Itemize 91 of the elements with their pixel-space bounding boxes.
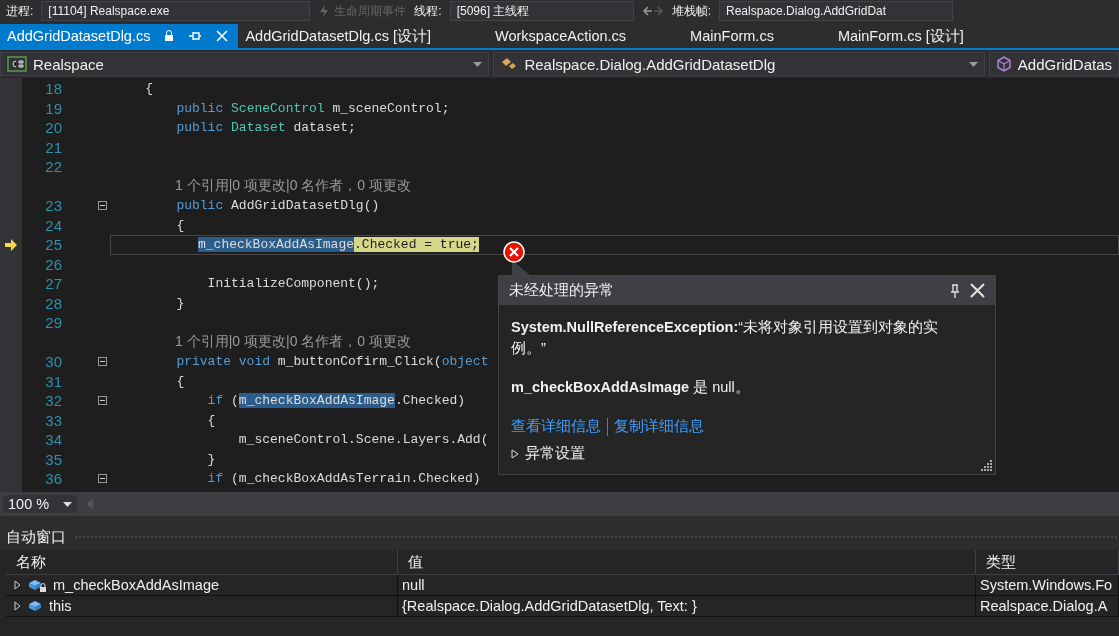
code-line: {	[144, 81, 153, 97]
exception-message: System.NullReferenceException:“未将对象引用设置到对象的实例。”	[511, 318, 940, 358]
line-number: 36	[44, 470, 62, 488]
lightning-icon	[318, 5, 331, 17]
collapse-icon[interactable]	[97, 201, 107, 211]
pin-icon[interactable]	[950, 283, 960, 298]
code-line: public Dataset dataset;	[175, 120, 356, 136]
exception-settings-expander[interactable]: 异常设置	[511, 444, 983, 463]
details-link[interactable]: 复制详细信息	[614, 417, 704, 436]
panel-title: 自动窗口	[6, 527, 66, 547]
csharp-icon	[7, 56, 27, 72]
line-number: 19	[44, 99, 62, 117]
code-line: InitializeComponent();	[206, 276, 380, 292]
value-cell: null	[398, 575, 976, 596]
line-number: 26	[44, 255, 62, 273]
line-number: 32	[44, 392, 62, 410]
collapsed-triangle-icon	[511, 448, 519, 459]
line-number: 27	[44, 275, 62, 293]
code-lens[interactable]: 1 个引用|0 项更改|0 名作者，0 项更改	[112, 333, 411, 352]
variable-name: m_checkBoxAddAsImage	[53, 577, 220, 593]
code-line: m_sceneControl.Scene.Layers.Add(	[237, 432, 489, 448]
type-cell: Realspace.Dialog.A	[976, 596, 1119, 617]
expand-button[interactable]	[14, 601, 21, 611]
locked-field-icon	[27, 577, 47, 593]
expand-button[interactable]	[14, 580, 21, 590]
toolbar-dropdown[interactable]: Realspace.Dialog.AddGridDat	[719, 1, 954, 21]
line-number: 29	[44, 314, 62, 332]
zoom-dropdown[interactable]: 100 %	[2, 494, 78, 514]
code-lens[interactable]: 1 个引用|0 项更改|0 名作者，0 项更改	[112, 177, 411, 196]
code-line: m_checkBoxAddAsImage.Checked = true;	[197, 237, 479, 253]
line-number: 22	[44, 158, 62, 176]
toolbar-dropdown[interactable]: [5096] 主线程	[449, 1, 634, 21]
navigation-dropdown[interactable]: Realspace	[0, 52, 490, 76]
code-line: if (m_checkBoxAddAsTerrain.Checked)	[206, 471, 481, 487]
toolbar-label: 堆栈帧:	[671, 2, 712, 20]
toolbar-dropdown[interactable]: [11104] Realspace.exe	[41, 1, 311, 21]
navigation-dropdown[interactable]: Realspace.Dialog.AddGridDatasetDlg	[493, 52, 985, 76]
collapse-icon[interactable]	[97, 474, 107, 484]
close-icon[interactable]	[970, 283, 985, 298]
line-number: 31	[44, 372, 62, 390]
toolbar-label: 进程:	[6, 2, 34, 20]
editor-tab[interactable]: WorkspaceAction.cs	[488, 24, 684, 48]
collapse-icon[interactable]	[97, 396, 107, 406]
column-header[interactable]: 类型	[976, 550, 1119, 575]
line-number: 18	[44, 80, 62, 98]
line-number: 25	[44, 236, 62, 254]
exception-detail: m_checkBoxAddAsImage 是 null。	[511, 378, 751, 397]
code-editor[interactable]	[0, 78, 1119, 492]
error-icon	[503, 241, 525, 263]
line-number: 30	[44, 353, 62, 371]
collapsed-triangle-icon	[14, 580, 21, 590]
variable-name: this	[49, 598, 72, 614]
dropdown-caret-icon[interactable]	[473, 61, 483, 67]
cube-icon	[995, 56, 1012, 72]
column-header[interactable]: 名称	[6, 550, 398, 575]
code-line: private void m_buttonCofirm_Click(object	[175, 354, 489, 370]
details-link[interactable]: 查看详细信息	[511, 417, 601, 436]
code-line: if (m_checkBoxAddAsImage.Checked)	[206, 393, 466, 409]
collapse-icon[interactable]	[97, 357, 107, 367]
type-cell: System.Windows.Fo	[976, 575, 1119, 596]
code-line: {	[175, 373, 185, 389]
code-line: }	[175, 295, 185, 311]
popup-title: 未经处理的异常	[509, 281, 615, 300]
code-line: public SceneControl m_sceneControl;	[175, 100, 450, 116]
line-number: 28	[44, 294, 62, 312]
toolbar-label: 线程:	[414, 2, 442, 20]
class-icon	[500, 56, 519, 72]
line-number: 24	[44, 216, 62, 234]
line-number: 35	[44, 450, 62, 468]
code-line: {	[175, 217, 185, 233]
dropdown-caret-icon[interactable]	[968, 61, 978, 67]
line-number: 21	[44, 138, 62, 156]
code-line: }	[206, 451, 216, 467]
editor-tab[interactable]: MainForm.cs [设计]	[830, 24, 1021, 48]
editor-tab[interactable]: MainForm.cs	[683, 24, 831, 48]
collapsed-triangle-icon	[14, 601, 21, 611]
line-number: 20	[44, 119, 62, 137]
line-number: 23	[44, 197, 62, 215]
dropdown-caret-icon	[63, 501, 73, 507]
line-number: 34	[44, 431, 62, 449]
lock-icon	[164, 30, 175, 42]
editor-tab[interactable]: AddGridDatasetDlg.cs [设计]	[238, 24, 488, 48]
value-cell: {Realspace.Dialog.AddGridDatasetDlg, Text: }	[398, 596, 976, 617]
column-header[interactable]: 值	[398, 550, 976, 575]
code-line: {	[206, 412, 216, 428]
back-arrow-icon[interactable]	[641, 5, 664, 17]
code-line: public AddGridDatasetDlg()	[175, 198, 380, 214]
cube-icon	[27, 599, 43, 613]
line-number: 33	[44, 411, 62, 429]
resize-grip-icon[interactable]	[981, 460, 992, 471]
navigation-dropdown[interactable]: AddGridDatas	[988, 52, 1119, 76]
